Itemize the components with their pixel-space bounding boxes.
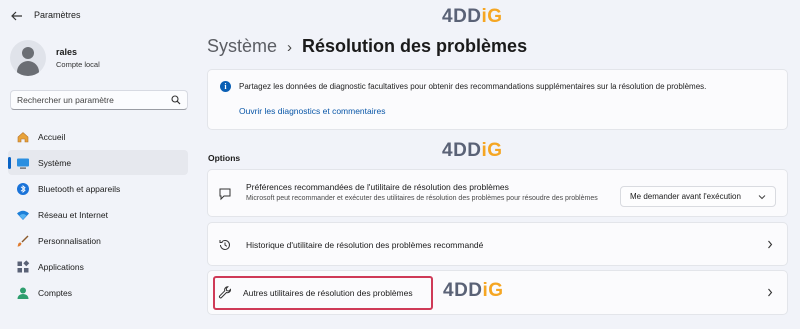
home-icon	[16, 130, 30, 144]
breadcrumb-parent[interactable]: Système	[207, 36, 277, 57]
sidebar-item-comptes[interactable]: Comptes	[8, 280, 188, 305]
open-diagnostics-link[interactable]: Ouvrir les diagnostics et commentaires	[239, 106, 385, 116]
apps-icon	[16, 259, 30, 274]
brush-icon	[16, 234, 30, 248]
avatar	[10, 40, 46, 76]
search-icon[interactable]	[171, 95, 181, 105]
watermark-logo: 4DDiG	[442, 6, 503, 27]
chevron-down-icon	[758, 194, 766, 199]
diagnostics-info-card: i Partagez les données de diagnostic fac…	[207, 69, 788, 130]
chevron-right-icon	[768, 240, 773, 249]
preferences-title: Préférences recommandées de l'utilitaire…	[246, 182, 509, 192]
watermark-logo: 4DDiG	[443, 280, 504, 301]
breadcrumb: Système › Résolution des problèmes	[207, 36, 527, 57]
app-title: Paramètres	[34, 10, 81, 20]
sidebar-item-reseau[interactable]: Réseau et Internet	[8, 202, 188, 227]
sidebar-item-personnalisation[interactable]: Personnalisation	[8, 228, 188, 253]
sidebar-item-label: Applications	[38, 261, 84, 272]
sidebar-item-label: Bluetooth et appareils	[38, 183, 121, 194]
history-icon	[218, 238, 232, 252]
profile-account-type: Compte local	[56, 60, 100, 69]
main-content: 4DDiG Système › Résolution des problèmes…	[198, 0, 800, 329]
dropdown-value: Me demander avant l'exécution	[630, 192, 741, 201]
options-section-label: Options	[208, 153, 241, 163]
chevron-right-icon	[768, 288, 773, 297]
troubleshooter-history-row[interactable]: Historique d'utilitaire de résolution de…	[207, 222, 788, 266]
sidebar-item-label: Personnalisation	[38, 235, 101, 246]
watermark-logo: 4DDiG	[442, 140, 503, 161]
arrow-left-icon	[11, 11, 22, 21]
chat-bubble-icon	[218, 187, 232, 201]
troubleshooter-preference-dropdown[interactable]: Me demander avant l'exécution	[620, 186, 776, 207]
search-box	[10, 90, 188, 110]
sidebar: rales Compte local Accueil Système Bluet…	[0, 32, 196, 329]
sidebar-item-label: Système	[38, 157, 72, 168]
other-troubleshooters-title: Autres utilitaires de résolution des pro…	[243, 288, 413, 298]
sidebar-item-label: Accueil	[38, 131, 66, 142]
sidebar-item-systeme[interactable]: Système	[8, 150, 188, 175]
sidebar-item-bluetooth[interactable]: Bluetooth et appareils	[8, 176, 188, 201]
sidebar-item-label: Comptes	[38, 287, 73, 298]
wifi-icon	[16, 208, 30, 222]
back-button[interactable]	[8, 8, 26, 24]
info-icon: i	[220, 81, 231, 92]
wrench-icon	[218, 286, 232, 300]
sidebar-item-applications[interactable]: Applications	[8, 254, 188, 279]
search-input[interactable]	[17, 95, 171, 105]
page-title: Résolution des problèmes	[302, 36, 528, 56]
sidebar-item-label: Réseau et Internet	[38, 209, 108, 220]
preferences-description: Microsoft peut recommander et exécuter d…	[246, 195, 598, 202]
info-text: Partagez les données de diagnostic facul…	[239, 82, 707, 91]
troubleshooter-preferences-row: Préférences recommandées de l'utilitaire…	[207, 169, 788, 217]
monitor-icon	[16, 156, 30, 170]
nav-list: Accueil Système Bluetooth et appareils R…	[8, 124, 188, 306]
history-title: Historique d'utilitaire de résolution de…	[246, 240, 484, 250]
user-profile[interactable]: rales Compte local	[10, 40, 100, 76]
user-icon	[16, 286, 30, 300]
sidebar-item-accueil[interactable]: Accueil	[8, 124, 188, 149]
profile-name: rales	[56, 47, 78, 57]
other-troubleshooters-row[interactable]: Autres utilitaires de résolution des pro…	[207, 270, 788, 315]
breadcrumb-separator: ›	[287, 39, 293, 56]
bluetooth-icon	[16, 182, 30, 196]
